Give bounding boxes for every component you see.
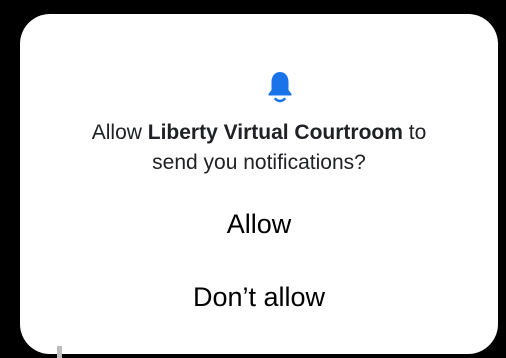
- dont-allow-button[interactable]: Don’t allow: [40, 272, 478, 322]
- permission-message: Allow Liberty Virtual Courtroom to send …: [20, 118, 498, 178]
- message-prefix: Allow: [91, 121, 148, 144]
- bell-icon: [268, 72, 292, 103]
- screen: Allow Liberty Virtual Courtroom to send …: [0, 0, 506, 358]
- message-line-2: send you notifications?: [152, 151, 366, 174]
- app-name: Liberty Virtual Courtroom: [147, 121, 403, 144]
- message-suffix: to: [402, 121, 427, 144]
- background-edge-mark: [57, 346, 62, 358]
- allow-button[interactable]: Allow: [40, 199, 478, 249]
